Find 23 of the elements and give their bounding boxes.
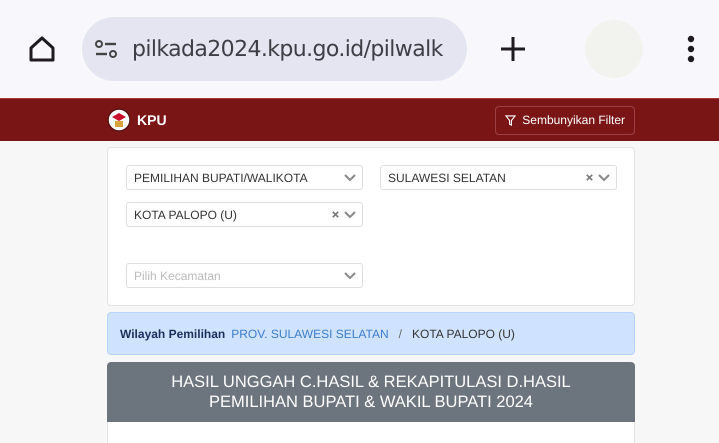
select-field[interactable]: SULAWESI SELATAN	[380, 165, 617, 190]
url-text: pilkada2024.kpu.go.id/pilwalk	[132, 36, 443, 62]
site-settings-icon[interactable]	[94, 39, 118, 59]
logo-icon	[107, 108, 131, 132]
chevron-icon[interactable]	[344, 174, 356, 182]
page-title: HASIL UNGGAH C.HASIL & REKAPITULASI D.HASIL PEMILIHAN BUPATI & WAKIL BUPATI 2024	[171, 372, 571, 412]
clear-icon[interactable]	[331, 210, 340, 219]
breadcrumb-label: Wilayah Pemilihan	[120, 326, 226, 340]
breadcrumb-current: KOTA PALOPO (U)	[412, 326, 515, 340]
logo-text: KPU	[137, 112, 167, 128]
chevron-icon[interactable]	[344, 272, 356, 280]
filter-icon	[505, 114, 516, 126]
home-icon[interactable]	[28, 35, 56, 63]
hide-filter-button[interactable]: Sembunyikan Filter	[495, 106, 635, 134]
address-bar[interactable]: pilkada2024.kpu.go.id/pilwalk	[82, 17, 467, 81]
chevron-icon[interactable]	[598, 174, 610, 182]
menu-icon[interactable]	[687, 35, 695, 63]
new-tab-icon[interactable]	[499, 35, 527, 63]
chevron-icon[interactable]	[344, 210, 356, 218]
breadcrumb-separator: /	[398, 326, 402, 340]
clear-icon[interactable]	[585, 173, 594, 182]
select-field[interactable]: KOTA PALOPO (U)	[126, 202, 363, 227]
select-field[interactable]: PEMILIHAN BUPATI/WALIKOTA	[126, 165, 363, 190]
